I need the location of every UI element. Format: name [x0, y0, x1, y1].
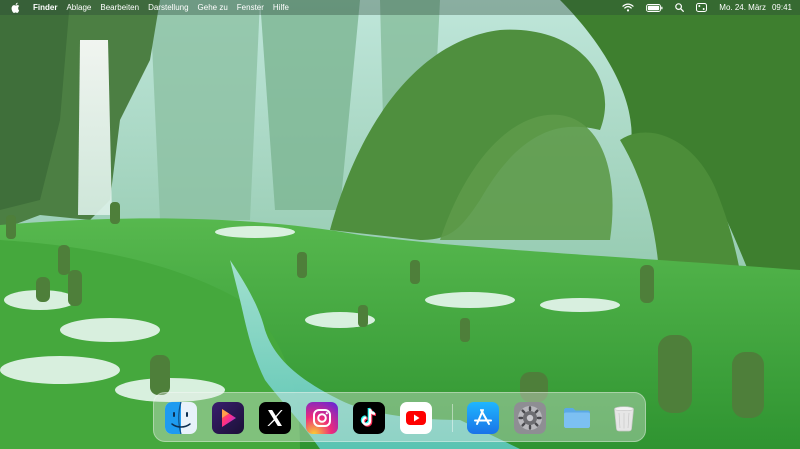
instagram-icon	[306, 402, 338, 434]
menu-bar-clock[interactable]: Mo. 24. März 09:41	[719, 3, 792, 12]
infuse-icon	[212, 402, 244, 434]
wifi-icon[interactable]	[622, 3, 634, 12]
menu-fenster[interactable]: Fenster	[237, 3, 264, 12]
menu-finder[interactable]: Finder	[33, 3, 57, 12]
menu-gehe-zu[interactable]: Gehe zu	[198, 3, 228, 12]
youtube-icon	[400, 402, 432, 434]
desktop[interactable]: Finder Ablage Bearbeiten Darstellung Geh…	[0, 0, 800, 449]
dock-app-infuse[interactable]	[212, 402, 244, 434]
tiktok-icon	[353, 402, 385, 434]
folder-icon	[564, 408, 590, 428]
dock-app-app-store[interactable]	[467, 402, 499, 434]
app-store-icon	[467, 402, 499, 434]
dock-app-x[interactable]	[259, 402, 291, 434]
dock-app-folder[interactable]	[561, 402, 593, 434]
dock-app-settings[interactable]	[514, 402, 546, 434]
dock-app-instagram[interactable]	[306, 402, 338, 434]
dock-app-youtube[interactable]	[400, 402, 432, 434]
control-center-icon[interactable]	[696, 3, 708, 12]
dock	[153, 392, 646, 442]
menu-ablage[interactable]: Ablage	[66, 3, 91, 12]
dock-app-trash[interactable]	[608, 402, 640, 434]
x-icon	[259, 402, 291, 434]
menu-bar-time: 09:41	[771, 3, 792, 12]
finder-icon	[165, 402, 197, 434]
spotlight-search-icon[interactable]	[675, 3, 685, 12]
menu-bearbeiten[interactable]: Bearbeiten	[100, 3, 139, 12]
apple-logo-icon[interactable]	[11, 2, 22, 13]
menu-bar-status-area: Mo. 24. März 09:41	[622, 0, 800, 15]
dock-app-finder[interactable]	[165, 402, 197, 434]
menu-hilfe[interactable]: Hilfe	[273, 3, 289, 12]
trash-icon	[614, 406, 634, 432]
wallpaper-image	[0, 0, 800, 449]
menu-bar: Finder Ablage Bearbeiten Darstellung Geh…	[0, 0, 800, 15]
menu-bar-date: Mo. 24. März	[719, 3, 766, 12]
dock-app-tiktok[interactable]	[353, 402, 385, 434]
battery-icon[interactable]	[646, 3, 663, 12]
dock-divider	[452, 404, 453, 432]
menu-darstellung[interactable]: Darstellung	[148, 3, 188, 12]
settings-gear-icon	[514, 402, 546, 434]
